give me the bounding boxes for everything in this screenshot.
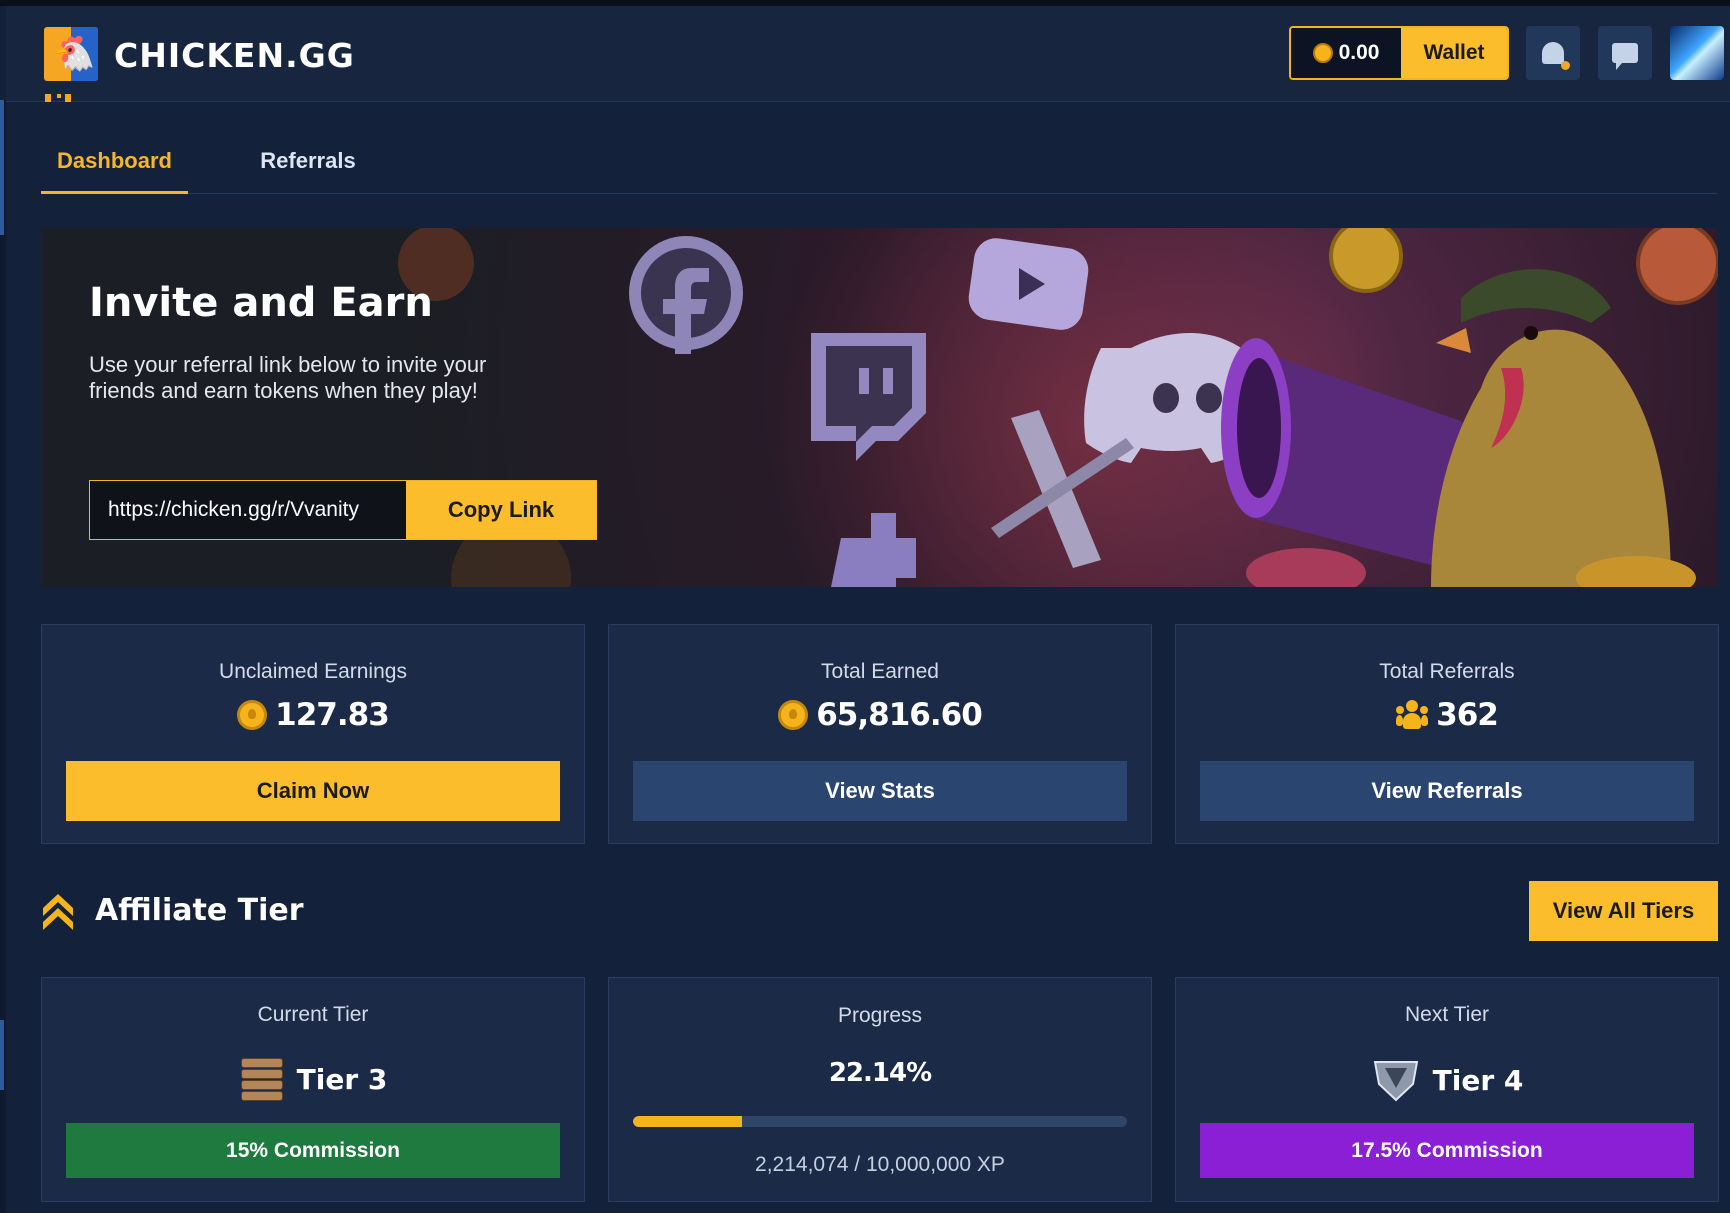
progress-xp: 2,214,074 / 10,000,000 XP [755, 1153, 1005, 1176]
bell-icon [1542, 42, 1570, 70]
tab-bar: Dashboard Referrals [41, 138, 1718, 194]
partial-icon [45, 94, 75, 104]
left-edge-mark [0, 100, 4, 235]
wallet-button[interactable]: Wallet [1401, 28, 1507, 78]
progress-bar [633, 1116, 1127, 1127]
stat-card-total-earned: Total Earned 65,816.60 View Stats [608, 624, 1152, 844]
left-edge [0, 100, 6, 1213]
tier-card-value: Tier 4 [1176, 1056, 1718, 1104]
wallet-balance-value: 0.00 [1338, 41, 1380, 64]
view-referrals-button[interactable]: View Referrals [1200, 761, 1694, 821]
view-all-tiers-button[interactable]: View All Tiers [1529, 881, 1718, 941]
tier-card-label: Current Tier [257, 1003, 369, 1026]
tier-name: Tier 4 [1432, 1063, 1524, 1097]
avatar[interactable] [1670, 26, 1724, 80]
notifications-button[interactable] [1526, 26, 1580, 80]
stat-label: Total Earned [821, 660, 939, 683]
invite-banner: Invite and Earn Use your referral link b… [41, 228, 1718, 587]
wallet-widget[interactable]: 0.00 Wallet [1289, 26, 1509, 80]
stat-value: 127.83 [42, 697, 584, 733]
brand-name: CHICKEN.GG [114, 36, 355, 75]
affiliate-tier-title: Affiliate Tier [95, 893, 304, 928]
banner-title: Invite and Earn [89, 280, 433, 326]
next-commission-badge: 17.5% Commission [1200, 1123, 1694, 1178]
youtube-icon [968, 238, 1089, 330]
notification-dot [1561, 61, 1570, 70]
progress-card: Progress 22.14% 2,214,074 / 10,000,000 X… [608, 977, 1152, 1202]
top-header: 🐔 CHICKEN.GG 0.00 Wallet [6, 6, 1730, 102]
chicken-mascot [1431, 269, 1671, 587]
stat-card-unclaimed: Unclaimed Earnings 127.83 Claim Now [41, 624, 585, 844]
stat-value-text: 65,816.60 [816, 697, 983, 733]
wallet-balance: 0.00 [1291, 28, 1401, 78]
next-tier-card: Next Tier Tier 4 17.5% Commission [1175, 977, 1719, 1202]
progress-percent: 22.14% [828, 1058, 932, 1088]
chat-icon [1612, 43, 1638, 70]
copy-link-button[interactable]: Copy Link [406, 481, 596, 539]
facebook-icon [629, 236, 743, 354]
stat-label: Unclaimed Earnings [219, 660, 407, 683]
stat-value: 65,816.60 [609, 697, 1151, 733]
gold-coin-icon [1329, 228, 1403, 293]
progress-fill [633, 1116, 743, 1127]
coin-icon [1312, 43, 1333, 63]
view-stats-button[interactable]: View Stats [633, 761, 1127, 821]
stat-card-total-referrals: Total Referrals 362 View Referrals [1175, 624, 1719, 844]
stat-label: Total Referrals [1379, 660, 1515, 683]
gold-coin-icon [1636, 228, 1718, 305]
coin-icon [237, 700, 268, 730]
tier-card-value: Tier 3 [42, 1056, 584, 1102]
stat-value: 362 [1176, 697, 1718, 733]
current-tier-card: Current Tier Tier 3 15% Commission [41, 977, 585, 1202]
chevrons-up-icon [43, 894, 73, 930]
chat-button[interactable] [1598, 26, 1652, 80]
left-edge-mark [0, 1020, 4, 1090]
logo[interactable]: 🐔 [44, 27, 98, 81]
progress-label: Progress [837, 1004, 923, 1027]
people-icon [1396, 700, 1429, 730]
referral-link-box: Copy Link [89, 480, 597, 540]
claim-now-button[interactable]: Claim Now [66, 761, 560, 821]
stat-value-text: 127.83 [275, 697, 390, 733]
tab-referrals[interactable]: Referrals [241, 138, 375, 194]
tab-dashboard[interactable]: Dashboard [41, 138, 188, 194]
diamond-tier-icon [1373, 1061, 1418, 1102]
banner-subtitle: Use your referral link below to invite y… [89, 352, 487, 403]
chicken-logo-icon: 🐔 [53, 34, 96, 74]
tier-card-label: Next Tier [1404, 1003, 1490, 1026]
bronze-tier-icon [239, 1056, 285, 1102]
coin-icon [778, 700, 809, 730]
tier-name: Tier 3 [296, 1062, 388, 1096]
referral-link-input[interactable] [90, 481, 406, 539]
stat-value-text: 362 [1436, 697, 1499, 733]
current-commission-badge: 15% Commission [66, 1123, 560, 1178]
